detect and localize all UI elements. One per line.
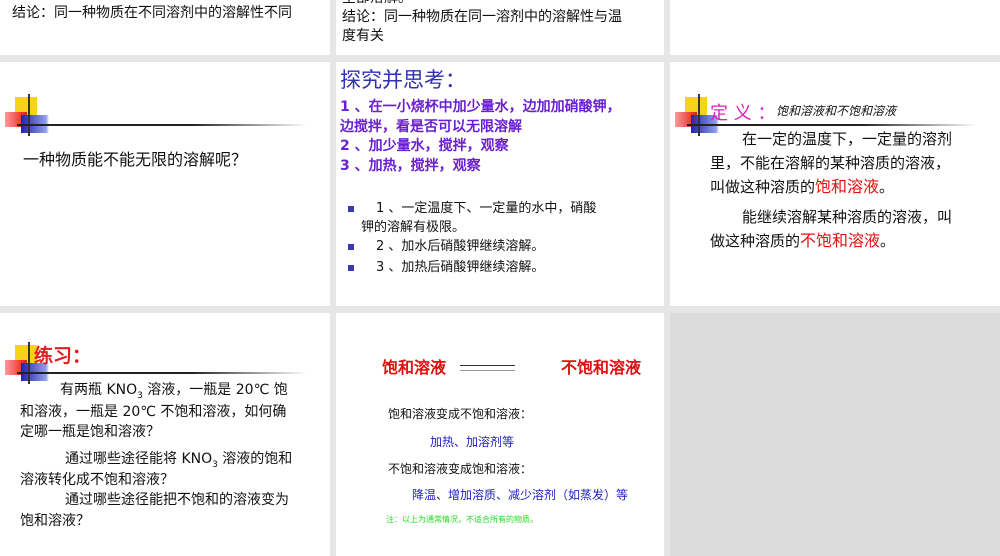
result-3: 3 、加热后硝酸钾继续溶解。 — [376, 260, 545, 275]
text: 。 — [880, 232, 896, 250]
unsaturated-label: 不饱和溶液 — [561, 358, 642, 377]
step-2: 2 、加少量水，搅拌，观察 — [340, 138, 509, 154]
slide-thumbnail-4[interactable]: 一种物质能不能无限的溶解呢？ — [0, 62, 330, 306]
exercise-line: 通过哪些途径能把不饱和的溶液变为 — [65, 492, 289, 508]
text: 做这种溶质的 — [710, 232, 801, 250]
conclusion-text: 结论：同一种物质在不同溶剂中的溶解性不同 — [12, 5, 292, 21]
text: 。 — [879, 178, 895, 196]
slide-thumbnail-1[interactable]: 结论：同一种物质在不同溶剂中的溶解性不同 — [0, 0, 330, 55]
saturated-label: 饱和溶液 — [382, 358, 447, 377]
conclusion-line-2: 度有关 — [342, 28, 384, 44]
unsaturated-highlight: 不饱和溶液 — [800, 231, 881, 250]
result-2: 2 、加水后硝酸钾继续溶解。 — [376, 239, 545, 254]
conversion-heading-2: 不饱和溶液变成饱和溶液： — [388, 462, 533, 476]
saturated-highlight: 饱和溶液 — [815, 177, 880, 196]
question-text: 一种物质能不能无限的溶解呢？ — [23, 150, 248, 169]
step-1a: 1 、在一小烧杯中加少量水，边加加硝酸钾， — [340, 99, 621, 115]
text: 叫做这种溶质的 — [710, 178, 816, 196]
step-1b: 边搅拌，看是否可以无限溶解 — [340, 119, 522, 135]
slide-thumbnail-2[interactable]: 全部溶解。 结论：同一种物质在同一溶剂中的溶解性与温 度有关 — [336, 0, 664, 55]
conversion-methods-2: 降温、增加溶质、减少溶剂（如蒸发）等 — [412, 488, 629, 502]
definition-line: 能继续溶解某种溶质的溶液，叫 — [742, 208, 953, 226]
result-1a: 1 、一定温度下、一定量的水中，硝酸 — [376, 201, 597, 216]
definition-title: 定 义 ： — [710, 103, 776, 124]
conversion-heading-1: 饱和溶液变成不饱和溶液： — [388, 407, 533, 421]
empty-slot — [670, 313, 1000, 556]
definition-line: 叫做这种溶质的饱和溶液。 — [710, 176, 894, 198]
arrow-back-icon — [460, 370, 515, 371]
bullet-logo-icon — [5, 94, 307, 137]
step-3: 3 、加热，搅拌，观察 — [340, 158, 481, 174]
slide-thumbnail-6[interactable]: 定 义 ： 饱和溶液和不饱和溶液 在一定的温度下，一定量的溶剂 里，不能在溶解的… — [670, 62, 1000, 306]
bullet-icon — [348, 265, 354, 271]
slide-thumbnail-3[interactable] — [670, 0, 1000, 55]
note-text: 注：以上为通常情况，不适合所有的物质。 — [386, 515, 538, 524]
exercise-line: 饱和溶液？ — [20, 513, 90, 529]
arrow-forward-icon — [460, 365, 515, 366]
slide-thumbnail-8[interactable]: 饱和溶液 不饱和溶液 饱和溶液变成不饱和溶液： 加热、加溶剂等 不饱和溶液变成饱… — [336, 313, 664, 556]
bullet-icon — [348, 244, 354, 250]
slide-title: 探究并思考： — [340, 68, 466, 92]
conversion-methods-1: 加热、加溶剂等 — [430, 435, 515, 449]
result-1b: 钾的溶解有极限。 — [361, 220, 466, 235]
definition-line: 里，不能在溶解的某种溶质的溶液， — [710, 154, 951, 172]
definition-subtitle: 饱和溶液和不饱和溶液 — [776, 104, 897, 118]
definition-line: 在一定的温度下，一定量的溶剂 — [742, 130, 953, 148]
text: 溶液的饱和 — [217, 451, 293, 467]
text: 溶液，一瓶是 20℃ 饱 — [142, 382, 288, 398]
exercise-line: 和溶液，一瓶是 20℃ 不饱和溶液，如何确 — [20, 404, 287, 420]
exercise-title: 练习： — [34, 345, 92, 367]
slide-thumbnail-7[interactable]: 练习： 有两瓶 KNO3 溶液，一瓶是 20℃ 饱 和溶液，一瓶是 20℃ 不饱… — [0, 313, 330, 556]
bullet-icon — [348, 206, 354, 212]
exercise-line: 定哪一瓶是饱和溶液？ — [20, 424, 160, 440]
text: 有两瓶 KNO — [60, 382, 138, 398]
definition-line: 做这种溶质的不饱和溶液。 — [710, 230, 895, 252]
exercise-line: 溶液转化成不饱和溶液？ — [20, 472, 174, 488]
conclusion-line-1: 结论：同一种物质在同一溶剂中的溶解性与温 — [342, 9, 622, 25]
slide-thumbnail-5[interactable]: 探究并思考： 1 、在一小烧杯中加少量水，边加加硝酸钾， 边搅拌，看是否可以无限… — [336, 62, 664, 306]
text: 通过哪些途径能将 KNO — [65, 451, 213, 467]
